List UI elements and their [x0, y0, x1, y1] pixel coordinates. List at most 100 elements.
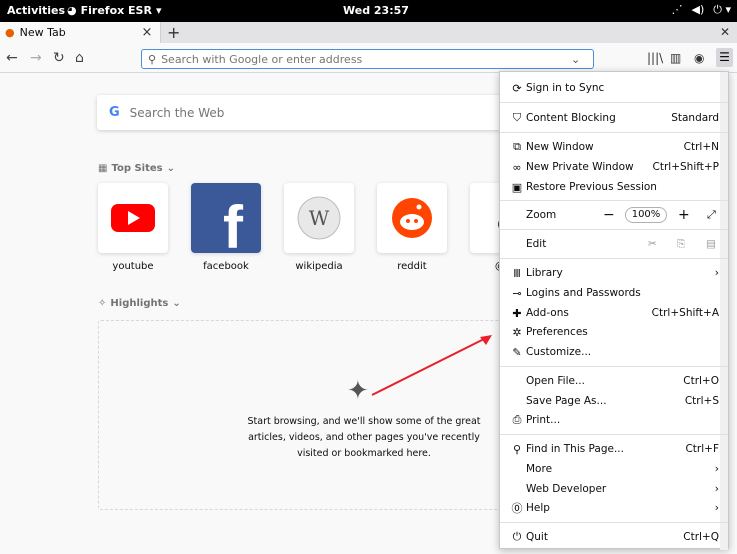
grid-icon: ▦: [98, 163, 108, 174]
firefox-favicon-icon: ●: [5, 26, 15, 39]
menu-content-blocking[interactable]: ⛉ Content Blocking Standard: [500, 108, 728, 128]
zoom-reset-button[interactable]: 100%: [625, 207, 667, 223]
site-label: facebook: [203, 261, 249, 272]
app-menu-panel: ⟳ Sign in to Sync ⛉ Content Blocking Sta…: [499, 71, 729, 550]
annotation-arrow: [371, 335, 492, 396]
reload-button[interactable]: ↻: [53, 50, 65, 66]
new-window-icon: ⧉: [513, 140, 521, 153]
menu-quit[interactable]: ⏻ Quit Ctrl+Q: [500, 527, 728, 547]
menu-print[interactable]: ⎙ Print...: [500, 410, 728, 430]
menu-save-page[interactable]: Save Page As... Ctrl+S: [500, 391, 728, 411]
google-logo-icon: G: [109, 105, 120, 120]
chevron-down-icon[interactable]: ⌄: [571, 53, 587, 66]
window-close-button[interactable]: ✕: [720, 25, 730, 39]
web-search-box[interactable]: G: [97, 95, 509, 130]
menu-sign-in-to-sync[interactable]: ⟳ Sign in to Sync: [500, 78, 728, 98]
menu-open-file[interactable]: Open File... Ctrl+O: [500, 371, 728, 391]
top-site-youtube[interactable]: youtube: [98, 183, 168, 272]
printer-icon: ⎙: [512, 413, 522, 426]
sync-icon: ⟳: [512, 81, 522, 95]
tab-new-tab[interactable]: ● New Tab ×: [0, 22, 161, 43]
power-icon: ⏻: [512, 530, 522, 543]
sparkle-icon: ✧: [98, 298, 107, 309]
fullscreen-icon[interactable]: ⤢: [707, 205, 716, 225]
top-site-reddit[interactable]: reddit: [377, 183, 447, 272]
url-bar[interactable]: ⚲ ⌄: [141, 49, 594, 69]
network-icon: ⋰: [671, 3, 683, 16]
copy-icon[interactable]: ⎘: [677, 234, 685, 254]
app-menu-button[interactable]: ◕ Firefox ESR ▾: [67, 4, 162, 17]
menu-restore-session[interactable]: ▣ Restore Previous Session: [500, 177, 728, 197]
key-icon: ⊸: [512, 286, 522, 300]
account-icon[interactable]: ◉: [694, 51, 704, 65]
restore-icon: ▣: [511, 180, 523, 194]
paste-icon[interactable]: ▤: [706, 234, 716, 254]
menu-library[interactable]: Ⅲ Library ›: [500, 263, 728, 283]
shield-icon: ⛉: [512, 111, 522, 124]
gnome-top-bar: Activities ◕ Firefox ESR ▾ Wed 23:57 ⋰ ◀…: [0, 0, 737, 22]
web-search-input[interactable]: [129, 105, 470, 120]
menu-edit: Edit ✂ ⎘ ▤: [500, 234, 728, 254]
system-tray[interactable]: ⋰ ◀) ⏻ ▾: [672, 3, 732, 17]
menu-web-developer[interactable]: Web Developer ›: [500, 479, 728, 499]
chevron-right-icon: ›: [714, 483, 719, 495]
tab-title: New Tab: [19, 26, 66, 39]
top-site-wikipedia[interactable]: W wikipedia: [284, 183, 354, 272]
tab-strip: ● New Tab × + ✕: [0, 22, 737, 43]
wikipedia-logo-icon: W: [284, 183, 354, 253]
back-button[interactable]: ←: [6, 50, 18, 66]
app-name: Firefox ESR: [80, 4, 152, 17]
menu-logins[interactable]: ⊸ Logins and Passwords: [500, 283, 728, 303]
chevron-right-icon: ›: [714, 502, 719, 514]
new-tab-button[interactable]: +: [167, 23, 180, 42]
url-input[interactable]: [161, 52, 566, 66]
menu-preferences[interactable]: ✲ Preferences: [500, 322, 728, 342]
search-icon: ⚲: [148, 52, 157, 66]
tab-close-icon[interactable]: ×: [140, 25, 154, 40]
site-label: youtube: [112, 261, 154, 272]
power-icon: ⏻ ▾: [713, 3, 731, 16]
nav-bar: ← → ↻ ⌂ ⚲ ⌄ |||\ ▥ ◉ ☰: [0, 43, 737, 73]
firefox-icon: ◕: [67, 4, 77, 17]
private-mask-icon: ∞: [512, 160, 522, 174]
site-label: wikipedia: [295, 261, 343, 272]
facebook-logo-icon: f: [191, 183, 261, 253]
help-icon: ⓪: [511, 502, 523, 515]
chevron-down-icon: ⌄: [166, 163, 175, 174]
sparkle-icon: ✦: [347, 376, 369, 406]
hamburger-menu-button[interactable]: ☰: [716, 48, 733, 67]
forward-button[interactable]: →: [30, 50, 42, 66]
menu-find-in-page[interactable]: ⚲ Find in This Page... Ctrl+F: [500, 439, 728, 459]
site-label: reddit: [397, 261, 427, 272]
paintbrush-icon: ✎: [512, 345, 522, 359]
highlights-header[interactable]: ✧ Highlights ⌄: [98, 298, 181, 309]
top-sites-header[interactable]: ▦ Top Sites ⌄: [98, 163, 175, 174]
sidebar-icon[interactable]: ▥: [670, 51, 681, 65]
library-icon[interactable]: |||\: [647, 51, 663, 65]
puzzle-icon: ✚: [512, 306, 522, 320]
highlights-message: Start browsing, and we'll show some of t…: [247, 416, 481, 459]
chevron-right-icon: ›: [714, 267, 719, 279]
volume-icon: ◀): [691, 3, 705, 16]
clock[interactable]: Wed 23:57: [343, 4, 409, 17]
menu-help[interactable]: ⓪ Help ›: [500, 498, 728, 518]
chevron-down-icon: ⌄: [172, 298, 181, 309]
library-icon: Ⅲ: [513, 266, 521, 280]
svg-text:W: W: [309, 206, 330, 230]
zoom-out-button[interactable]: −: [603, 205, 615, 225]
cut-icon[interactable]: ✂: [648, 234, 657, 254]
zoom-in-button[interactable]: +: [678, 205, 690, 225]
youtube-logo-icon: [98, 183, 168, 253]
menu-new-window[interactable]: ⧉ New Window Ctrl+N: [500, 137, 728, 157]
search-icon: ⚲: [512, 442, 522, 456]
home-button[interactable]: ⌂: [75, 50, 84, 66]
gear-icon: ✲: [512, 325, 522, 339]
menu-more[interactable]: More ›: [500, 459, 728, 479]
activities-button[interactable]: Activities: [7, 4, 65, 17]
menu-customize[interactable]: ✎ Customize...: [500, 342, 728, 362]
menu-zoom: Zoom − 100% + ⤢: [526, 205, 716, 225]
menu-add-ons[interactable]: ✚ Add-ons Ctrl+Shift+A: [500, 303, 728, 323]
chevron-down-icon: ▾: [155, 4, 162, 17]
menu-new-private-window[interactable]: ∞ New Private Window Ctrl+Shift+P: [500, 157, 728, 177]
top-site-facebook[interactable]: f facebook: [191, 183, 261, 272]
